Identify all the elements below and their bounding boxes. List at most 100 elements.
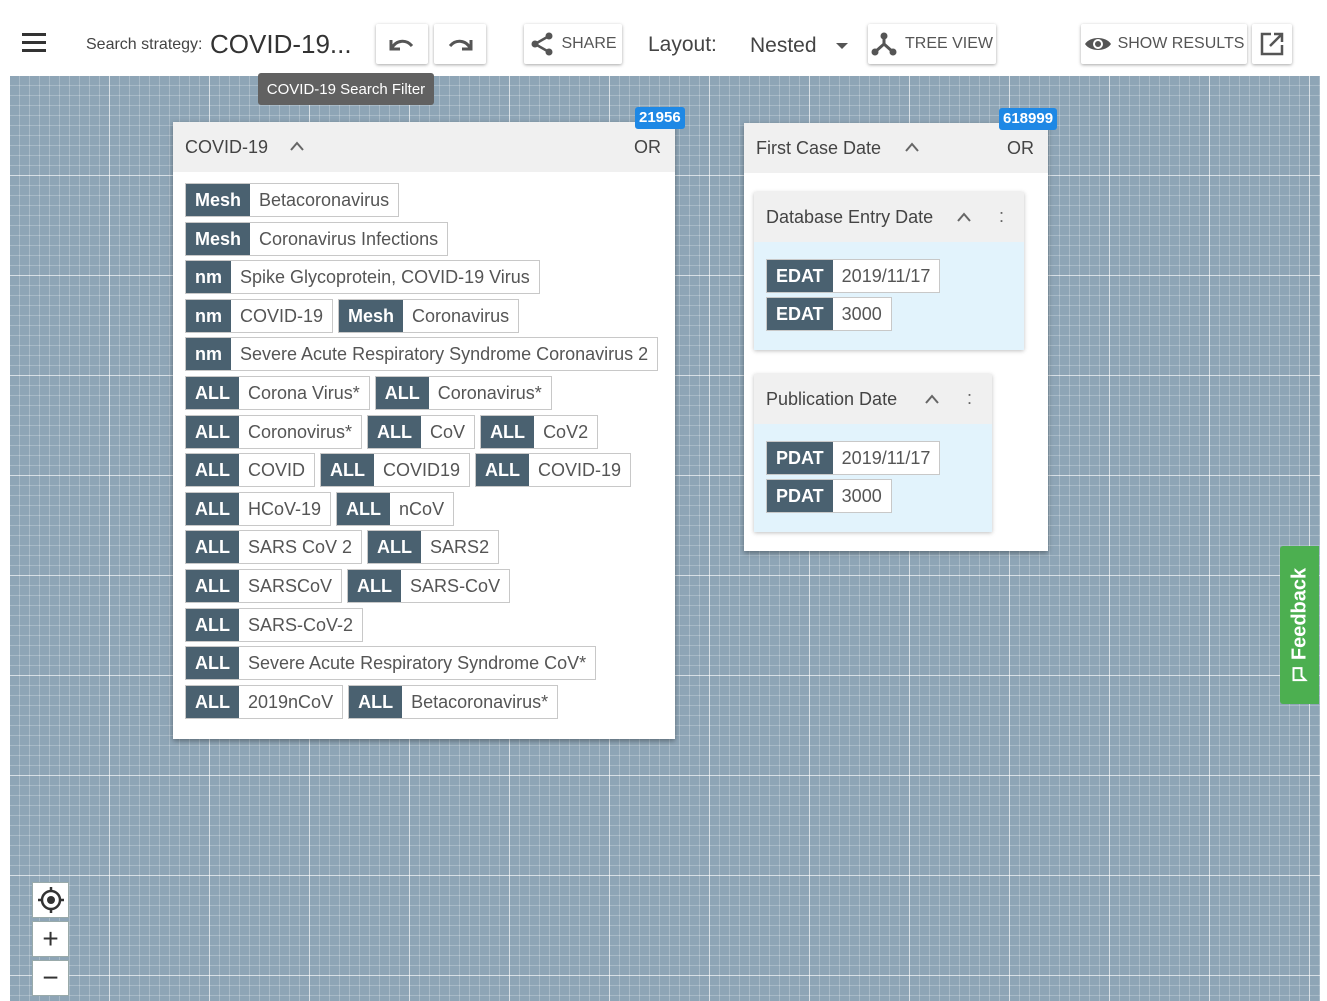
strategy-label: Search strategy: <box>86 36 203 53</box>
tree-view-label: TREE VIEW <box>904 35 993 52</box>
redo-icon <box>448 39 473 51</box>
tag-row: ALL SARS CoV 2 ALL SARS2 <box>185 530 504 564</box>
field-type: ALL <box>368 416 422 448</box>
term-tag[interactable]: ALL 2019nCoV <box>185 685 344 719</box>
term-text: 2019nCoV <box>248 691 334 712</box>
term-tag[interactable]: ALL SARS-CoV <box>347 569 511 603</box>
term-text: Severe Acute Respiratory Syndrome Corona… <box>240 343 649 364</box>
term-tag[interactable]: ALL COVID-19 <box>475 453 632 487</box>
term-text: SARS CoV 2 <box>248 536 353 557</box>
field-type: ALL <box>349 686 403 718</box>
term-tag[interactable]: ALL CoV2 <box>480 415 599 449</box>
term-tag[interactable]: Mesh Betacoronavirus <box>185 183 400 217</box>
strategy-name[interactable]: COVID-19... <box>210 29 352 60</box>
term-tag[interactable]: ALL Severe Acute Respiratory Syndrome CoV… <box>185 646 597 680</box>
recenter-button[interactable] <box>32 882 69 918</box>
field-type: ALL <box>186 570 239 602</box>
tag-row: ALL SARS-CoV-2 <box>185 608 368 642</box>
term-text: COVID19 <box>383 459 461 480</box>
term-tag[interactable]: ALL SARS CoV 2 <box>185 530 363 564</box>
term-text: Coronavirus Infections <box>259 228 439 249</box>
first-case-date-header[interactable]: First Case Date OR <box>744 123 1048 173</box>
tag-row: nm Severe Acute Respiratory Syndrome Coro… <box>185 337 663 371</box>
share-icon <box>531 32 553 56</box>
tag-row: ALL Coronovirus* ALL CoV ALL CoV2 <box>185 415 603 449</box>
zoom-out-button[interactable]: − <box>32 960 69 996</box>
term-tag[interactable]: ALL SARS-CoV-2 <box>185 608 364 642</box>
term-tag[interactable]: PDAT 2019/11/17 <box>766 441 941 475</box>
field-type: ALL <box>337 493 391 525</box>
term-text: SARS2 <box>430 536 490 557</box>
field-type: ALL <box>186 377 239 409</box>
term-tag[interactable]: EDAT 3000 <box>766 297 892 331</box>
term-tag[interactable]: Mesh Coronavirus Infections <box>185 222 449 256</box>
target-icon <box>37 887 64 913</box>
term-tag[interactable]: ALL HCoV-19 <box>185 492 332 526</box>
term-tag[interactable]: ALL COVID19 <box>320 453 471 487</box>
term-text: SARS-CoV-2 <box>248 614 354 635</box>
field-type: ALL <box>186 416 239 448</box>
layout-select[interactable]: Nested <box>730 24 856 64</box>
operator-label[interactable]: OR <box>1007 138 1034 159</box>
more-options-icon[interactable]: : <box>967 388 972 409</box>
term-tag[interactable]: nm Spike Glycoprotein, COVID-19 Virus <box>185 260 540 294</box>
covid-19-block[interactable]: COVID-19 OR Mesh Betacoronavirus Mesh Coron… <box>173 122 675 739</box>
database-entry-date-group[interactable]: Database Entry Date : EDAT 2019/11/17 ED… <box>754 192 1024 350</box>
term-text: CoV <box>430 421 466 442</box>
menu-icon[interactable] <box>22 33 46 53</box>
term-tag[interactable]: PDAT 3000 <box>766 479 892 513</box>
chevron-up-icon[interactable] <box>956 211 972 223</box>
term-tag[interactable]: ALL SARSCoV <box>185 569 343 603</box>
term-tag[interactable]: nm COVID-19 <box>185 299 334 333</box>
open-external-icon <box>1260 32 1284 56</box>
strategy-tooltip: COVID-19 Search Filter <box>258 73 434 105</box>
group-header[interactable]: Publication Date : <box>754 374 992 424</box>
undo-button[interactable] <box>376 24 428 64</box>
open-external-button[interactable] <box>1252 24 1292 64</box>
field-type: ALL <box>375 377 429 409</box>
term-tag[interactable]: ALL nCoV <box>336 492 455 526</box>
show-results-label: SHOW RESULTS <box>1117 35 1245 52</box>
first-case-date-block[interactable]: First Case Date OR Database Entry Date :… <box>744 123 1048 551</box>
term-tag[interactable]: ALL COVID <box>185 453 316 487</box>
term-text: SARSCoV <box>248 575 333 596</box>
field-type: ALL <box>186 647 239 679</box>
field-type: Mesh <box>186 223 251 255</box>
more-options-icon[interactable]: : <box>999 206 1004 227</box>
term-text: 3000 <box>841 485 882 506</box>
term-text: Betacoronavirus <box>259 189 390 210</box>
term-tag[interactable]: Mesh Coronavirus <box>338 299 520 333</box>
block-title: COVID-19 <box>185 137 269 157</box>
feedback-tab[interactable]: Feedback <box>1280 546 1319 704</box>
term-tag[interactable]: ALL Corona Virus* <box>185 376 370 410</box>
feedback-icon <box>1292 667 1308 682</box>
chevron-up-icon[interactable] <box>904 141 920 153</box>
term-tag[interactable]: ALL Betacoronavirus* <box>348 685 559 719</box>
chevron-up-icon[interactable] <box>924 393 940 405</box>
field-type: EDAT <box>767 298 833 330</box>
field-type: Mesh <box>186 184 251 216</box>
tree-view-button[interactable]: TREE VIEW <box>868 24 996 64</box>
term-text: CoV2 <box>543 421 589 442</box>
term-tag[interactable]: nm Severe Acute Respiratory Syndrome Coro… <box>185 337 659 371</box>
term-tag[interactable]: ALL Coronovirus* <box>185 415 363 449</box>
redo-button[interactable] <box>434 24 486 64</box>
term-tag[interactable]: ALL SARS2 <box>367 530 500 564</box>
zoom-in-button[interactable]: + <box>32 921 69 957</box>
publication-date-group[interactable]: Publication Date : PDAT 2019/11/17 PDAT … <box>754 374 992 532</box>
term-tag[interactable]: ALL Coronavirus* <box>374 376 552 410</box>
feedback-label: Feedback <box>1288 568 1311 682</box>
group-header[interactable]: Database Entry Date : <box>754 192 1024 242</box>
result-count-badge: 21956 <box>635 107 685 129</box>
chevron-up-icon[interactable] <box>289 140 305 152</box>
share-button[interactable]: SHARE <box>524 24 622 64</box>
operator-label[interactable]: OR <box>634 137 661 158</box>
toolbar: Search strategy: COVID-19... SHARE Layou… <box>0 0 1327 76</box>
term-text: 2019/11/17 <box>841 265 931 286</box>
covid-19-block-header[interactable]: COVID-19 OR <box>173 122 675 172</box>
term-text: Coronovirus* <box>248 421 353 442</box>
field-type: ALL <box>186 609 239 641</box>
show-results-button[interactable]: SHOW RESULTS <box>1081 24 1247 64</box>
term-tag[interactable]: ALL CoV <box>367 415 476 449</box>
term-tag[interactable]: EDAT 2019/11/17 <box>766 259 941 293</box>
